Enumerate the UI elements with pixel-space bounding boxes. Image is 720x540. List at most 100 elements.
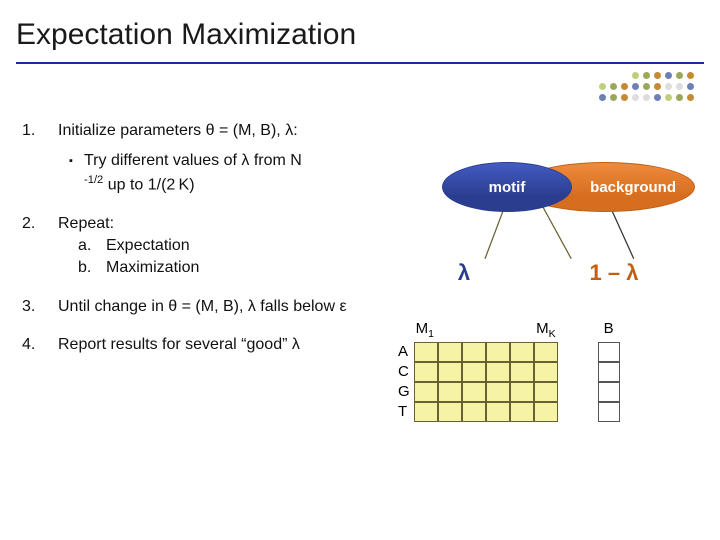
bg-cell (598, 362, 620, 382)
background-matrix: B (598, 320, 620, 422)
motif-cell (486, 402, 510, 422)
motif-cell (486, 382, 510, 402)
dot (665, 94, 672, 101)
bg-cell (598, 402, 620, 422)
dot (676, 72, 683, 79)
one-minus-lambda-label: 1 – λ (518, 260, 710, 286)
motif-cell (534, 362, 558, 382)
dot (676, 94, 683, 101)
motif-grid (414, 342, 558, 422)
motif-cell (438, 342, 462, 362)
lambda-label: λ (410, 260, 518, 286)
dot (610, 83, 617, 90)
step-4: 4. Report results for several “good” λ (22, 334, 422, 356)
dot (654, 94, 661, 101)
motif-cell (510, 382, 534, 402)
step-2b-text: Maximization (106, 257, 199, 279)
nucleotide-row-labels: A C G T (398, 342, 410, 422)
step-1-number: 1. (22, 120, 58, 197)
motif-cell (534, 342, 558, 362)
dot (665, 83, 672, 90)
dot (687, 72, 694, 79)
bg-cell (598, 382, 620, 402)
dot (654, 72, 661, 79)
dot (621, 94, 628, 101)
step-1-sub-text: Try different values of λ from N -1/2 up… (84, 150, 422, 196)
motif-col-last: MK (536, 320, 556, 338)
motif-cell (462, 382, 486, 402)
dot (632, 94, 639, 101)
bg-cell (598, 342, 620, 362)
motif-cell (414, 402, 438, 422)
step-1-sub-exp: -1/2 (84, 174, 103, 186)
motif-cell (414, 382, 438, 402)
row-C: C (398, 362, 410, 382)
dot (599, 83, 606, 90)
motif-cell (510, 362, 534, 382)
motif-cell (486, 362, 510, 382)
step-1-sub-line2: up to 1/(2 K) (103, 176, 194, 193)
step-1-sub: ▪ Try different values of λ from N -1/2 … (58, 150, 422, 196)
dot (610, 72, 617, 79)
motif-cell (438, 362, 462, 382)
dot (632, 72, 639, 79)
step-2-number: 2. (22, 213, 58, 280)
step-3: 3. Until change in θ = (M, B), λ falls b… (22, 296, 422, 318)
dot (610, 94, 617, 101)
motif-col-first: M1 (416, 320, 434, 338)
motif-label: motif (489, 179, 526, 196)
step-2b: b. Maximization (78, 257, 422, 279)
title-rule (16, 62, 704, 64)
row-A: A (398, 342, 410, 362)
motif-cell (414, 362, 438, 382)
motif-cell (534, 402, 558, 422)
dot (665, 72, 672, 79)
motif-cell (438, 402, 462, 422)
motif-matrix: M1 MK (414, 320, 558, 422)
motif-cell (510, 342, 534, 362)
step-2a-text: Expectation (106, 235, 190, 257)
motif-cell (510, 402, 534, 422)
step-2: 2. Repeat: a. Expectation b. Maximizatio… (22, 213, 422, 280)
motif-ellipse: motif (442, 162, 572, 212)
dot (621, 72, 628, 79)
dot (621, 83, 628, 90)
motif-cell (438, 382, 462, 402)
background-col-label: B (604, 320, 614, 337)
step-2a-label: a. (78, 235, 106, 257)
dot (632, 83, 639, 90)
motif-cell (462, 342, 486, 362)
motif-cell (534, 382, 558, 402)
motif-cell (414, 342, 438, 362)
row-T: T (398, 402, 410, 422)
dot (643, 72, 650, 79)
dot (599, 94, 606, 101)
dot (687, 94, 694, 101)
dot (654, 83, 661, 90)
step-4-number: 4. (22, 334, 58, 356)
step-1-sub-line1: Try different values of λ from N (84, 152, 302, 169)
motif-cell (462, 402, 486, 422)
row-G: G (398, 382, 410, 402)
background-label: background (590, 179, 676, 196)
motif-cell (462, 362, 486, 382)
step-2a: a. Expectation (78, 235, 422, 257)
decorative-dot-grid (599, 72, 696, 103)
dot (643, 83, 650, 90)
step-1-text: Initialize parameters θ = (M, B), λ: (58, 120, 422, 142)
dot (643, 94, 650, 101)
dot (676, 83, 683, 90)
steps-list: 1. Initialize parameters θ = (M, B), λ: … (22, 120, 422, 356)
step-3-text: Until change in θ = (M, B), λ falls belo… (58, 296, 422, 318)
step-4-text: Report results for several “good” λ (58, 334, 422, 356)
page-title: Expectation Maximization (16, 18, 704, 52)
background-grid (598, 342, 620, 422)
step-2-lead: Repeat: (58, 213, 422, 235)
mixture-diagram: background motif λ 1 – λ (410, 160, 710, 286)
matrix-row: A C G T M1 MK B (398, 320, 708, 422)
dot (599, 72, 606, 79)
dot (687, 83, 694, 90)
step-1: 1. Initialize parameters θ = (M, B), λ: … (22, 120, 422, 197)
motif-cell (486, 342, 510, 362)
step-3-number: 3. (22, 296, 58, 318)
